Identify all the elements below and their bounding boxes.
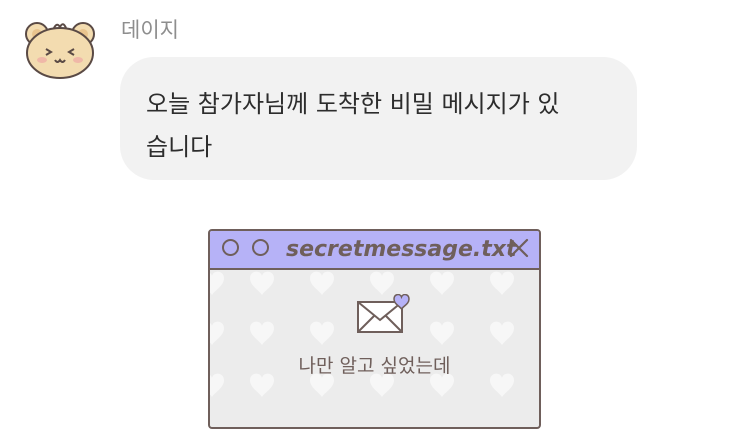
sender-name: 데이지 (121, 18, 179, 42)
message-line: 오늘 참가자님께 도착한 비밀 메시지가 있 (146, 90, 560, 118)
window-dot-icon[interactable] (252, 239, 269, 256)
secret-message-text: 나만 알고 싶었는데 (298, 355, 451, 377)
window-titlebar[interactable]: secretmessage.txt (210, 231, 539, 270)
window-title: secretmessage.txt (286, 237, 517, 262)
message-line: 습니다 (146, 133, 213, 161)
message-bubble: 오늘 참가자님께 도착한 비밀 메시지가 있 습니다 (120, 57, 637, 180)
bear-avatar-icon[interactable] (22, 18, 98, 80)
window-content: 나만 알고 싶었는데 (210, 270, 539, 427)
close-icon[interactable] (509, 238, 529, 258)
window-dot-icon[interactable] (222, 239, 239, 256)
envelope-heart-icon (357, 294, 410, 333)
secret-message-window[interactable]: secretmessage.txt 나만 알고 싶었는데 (208, 229, 541, 429)
